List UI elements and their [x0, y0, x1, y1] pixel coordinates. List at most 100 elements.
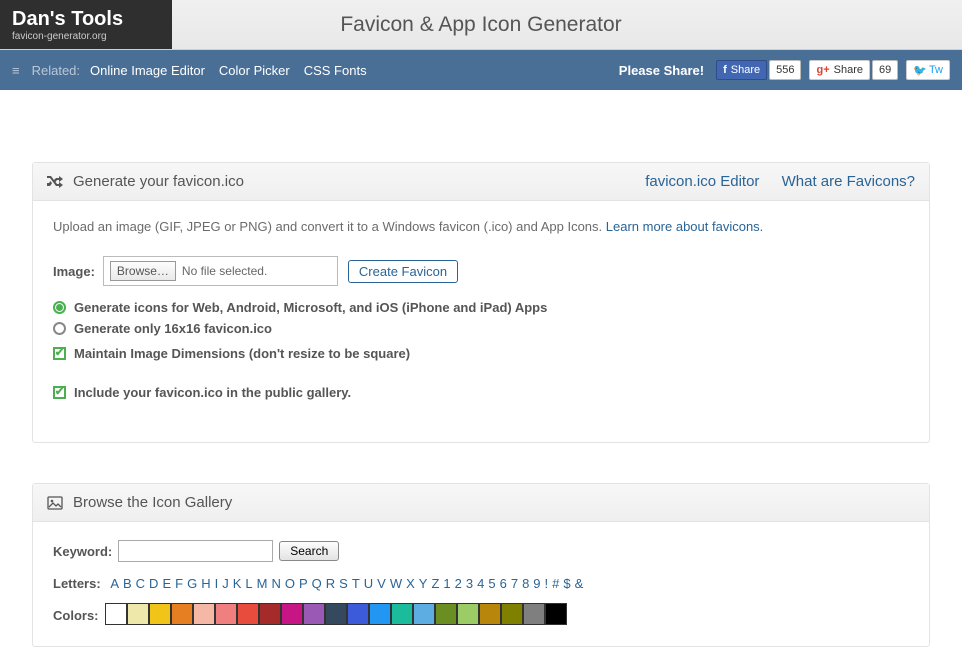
letter-link[interactable]: F: [175, 576, 183, 591]
color-swatch[interactable]: [369, 603, 391, 625]
google-plus-share-count: 69: [872, 60, 898, 80]
letter-link[interactable]: 6: [500, 576, 507, 591]
option-generate-full[interactable]: Generate icons for Web, Android, Microso…: [53, 300, 909, 315]
letter-link[interactable]: N: [271, 576, 280, 591]
color-swatch[interactable]: [193, 603, 215, 625]
keyword-label: Keyword:: [53, 544, 112, 559]
page-title: Favicon & App Icon Generator: [172, 0, 962, 49]
color-swatch[interactable]: [347, 603, 369, 625]
color-swatch[interactable]: [149, 603, 171, 625]
letter-link[interactable]: 4: [477, 576, 484, 591]
color-swatch[interactable]: [281, 603, 303, 625]
letter-link[interactable]: Z: [431, 576, 439, 591]
file-input[interactable]: Browse… No file selected.: [103, 256, 338, 286]
letter-link[interactable]: 3: [466, 576, 473, 591]
letter-link[interactable]: R: [326, 576, 335, 591]
navbar: ≡ Related: Online Image Editor Color Pic…: [0, 50, 962, 90]
facebook-share-button[interactable]: fShare: [716, 60, 767, 80]
letter-link[interactable]: 2: [455, 576, 462, 591]
option-generate-16[interactable]: Generate only 16x16 favicon.ico: [53, 321, 909, 336]
letter-link[interactable]: O: [285, 576, 295, 591]
color-swatch[interactable]: [479, 603, 501, 625]
twitter-icon: 🐦: [913, 64, 927, 77]
nav-link-css-fonts[interactable]: CSS Fonts: [304, 63, 367, 78]
color-swatch[interactable]: [523, 603, 545, 625]
no-file-label: No file selected.: [182, 264, 267, 278]
letter-link[interactable]: !: [545, 576, 549, 591]
facebook-icon: f: [723, 64, 727, 76]
letter-link[interactable]: #: [552, 576, 559, 591]
letter-link[interactable]: V: [377, 576, 386, 591]
letter-link[interactable]: T: [352, 576, 360, 591]
color-swatch[interactable]: [237, 603, 259, 625]
letter-link[interactable]: 9: [533, 576, 540, 591]
radio-icon: [53, 322, 66, 335]
colors-row: Colors:: [53, 603, 909, 628]
search-button[interactable]: Search: [279, 541, 339, 561]
letters-row: Letters: ABCDEFGHIJKLMNOPQRSTUVWXYZ12345…: [53, 576, 909, 591]
color-swatch[interactable]: [105, 603, 127, 625]
letter-link[interactable]: 1: [443, 576, 450, 591]
letter-link[interactable]: $: [563, 576, 570, 591]
letter-link[interactable]: Q: [312, 576, 322, 591]
logo-subtitle: favicon-generator.org: [12, 31, 172, 42]
color-swatch[interactable]: [127, 603, 149, 625]
google-plus-share-label: Share: [834, 64, 863, 76]
option-generate-full-label: Generate icons for Web, Android, Microso…: [74, 300, 547, 315]
letter-link[interactable]: J: [222, 576, 229, 591]
color-swatch[interactable]: [391, 603, 413, 625]
color-swatch[interactable]: [413, 603, 435, 625]
color-swatch[interactable]: [171, 603, 193, 625]
letter-link[interactable]: P: [299, 576, 308, 591]
letter-link[interactable]: &: [575, 576, 584, 591]
favicon-editor-link[interactable]: favicon.ico Editor: [645, 173, 759, 190]
generate-panel: Generate your favicon.ico favicon.ico Ed…: [32, 162, 930, 443]
letter-link[interactable]: D: [149, 576, 158, 591]
option-generate-16-label: Generate only 16x16 favicon.ico: [74, 321, 272, 336]
color-swatch[interactable]: [435, 603, 457, 625]
nav-link-color-picker[interactable]: Color Picker: [219, 63, 290, 78]
learn-more-link[interactable]: Learn more about favicons.: [606, 219, 764, 234]
gallery-panel: Browse the Icon Gallery Keyword: Search …: [32, 483, 930, 647]
letter-link[interactable]: Y: [419, 576, 428, 591]
color-swatch[interactable]: [501, 603, 523, 625]
shuffle-icon: [47, 174, 63, 190]
color-swatch[interactable]: [325, 603, 347, 625]
letter-link[interactable]: C: [136, 576, 145, 591]
letter-link[interactable]: B: [123, 576, 132, 591]
letter-link[interactable]: H: [201, 576, 210, 591]
letter-link[interactable]: M: [257, 576, 268, 591]
letter-link[interactable]: X: [406, 576, 415, 591]
letter-link[interactable]: A: [110, 576, 119, 591]
letter-link[interactable]: 8: [522, 576, 529, 591]
letter-link[interactable]: I: [215, 576, 219, 591]
letter-link[interactable]: S: [339, 576, 348, 591]
letter-link[interactable]: G: [187, 576, 197, 591]
letter-link[interactable]: 7: [511, 576, 518, 591]
color-swatch[interactable]: [545, 603, 567, 625]
what-are-favicons-link[interactable]: What are Favicons?: [782, 173, 915, 190]
twitter-share-button[interactable]: 🐦Tw: [906, 60, 950, 80]
letter-link[interactable]: L: [245, 576, 252, 591]
color-swatch[interactable]: [215, 603, 237, 625]
letter-link[interactable]: 5: [488, 576, 495, 591]
letter-link[interactable]: U: [364, 576, 373, 591]
browse-button[interactable]: Browse…: [110, 261, 176, 281]
google-plus-share-button[interactable]: g+Share: [809, 60, 870, 80]
letter-link[interactable]: W: [390, 576, 402, 591]
color-swatch[interactable]: [457, 603, 479, 625]
create-favicon-button[interactable]: Create Favicon: [348, 260, 458, 283]
nav-link-image-editor[interactable]: Online Image Editor: [90, 63, 205, 78]
keyword-input[interactable]: [118, 540, 273, 562]
letter-link[interactable]: E: [162, 576, 171, 591]
option-include-gallery[interactable]: Include your favicon.ico in the public g…: [53, 385, 909, 400]
logo[interactable]: Dan's Tools favicon-generator.org: [0, 0, 172, 49]
color-swatch[interactable]: [303, 603, 325, 625]
option-maintain-dimensions[interactable]: Maintain Image Dimensions (don't resize …: [53, 346, 909, 361]
color-swatch[interactable]: [259, 603, 281, 625]
logo-title: Dan's Tools: [12, 8, 172, 31]
menu-icon[interactable]: ≡: [12, 63, 20, 78]
gallery-panel-title: Browse the Icon Gallery: [73, 494, 232, 511]
generate-panel-header: Generate your favicon.ico favicon.ico Ed…: [33, 163, 929, 201]
letter-link[interactable]: K: [233, 576, 242, 591]
